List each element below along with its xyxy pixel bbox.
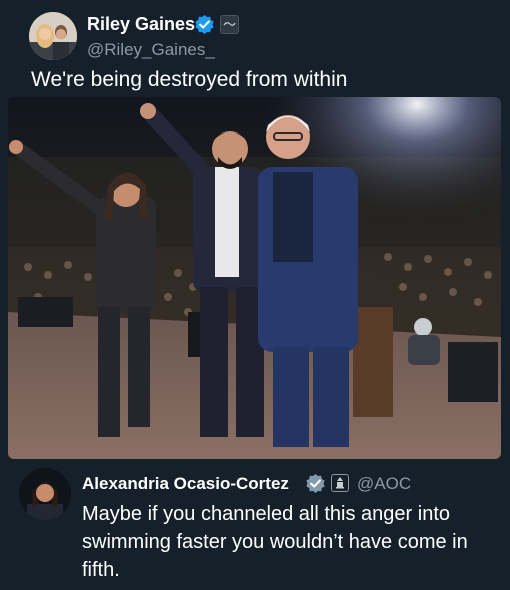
- author-avatar[interactable]: [29, 12, 77, 60]
- affiliation-badge-icon[interactable]: [220, 15, 239, 34]
- post-media[interactable]: [8, 97, 501, 459]
- verified-badge-icon: [306, 473, 325, 494]
- reply-author-handle[interactable]: @AOC: [357, 474, 411, 494]
- reply-text: Maybe if you channeled all this anger in…: [82, 503, 468, 581]
- avatar-photo-icon: [19, 468, 71, 520]
- author-handle[interactable]: @Riley_Gaines_: [87, 40, 215, 60]
- reply-author-avatar[interactable]: [19, 468, 71, 520]
- stage-photo-icon: [8, 97, 501, 459]
- author-name[interactable]: Riley Gaines: [87, 14, 195, 35]
- verified-badge-icon: [195, 14, 214, 35]
- reply-author-name[interactable]: Alexandria Ocasio-Cortez: [82, 474, 289, 494]
- reply-post: Alexandria Ocasio-Cortez @AOC Maybe if y…: [0, 462, 510, 590]
- capitol-icon[interactable]: [331, 474, 349, 492]
- post-header: Riley Gaines @Riley_Gaines_: [0, 0, 510, 70]
- avatar-photo-icon: [29, 12, 77, 60]
- post-text: We're being destroyed from within: [31, 68, 348, 91]
